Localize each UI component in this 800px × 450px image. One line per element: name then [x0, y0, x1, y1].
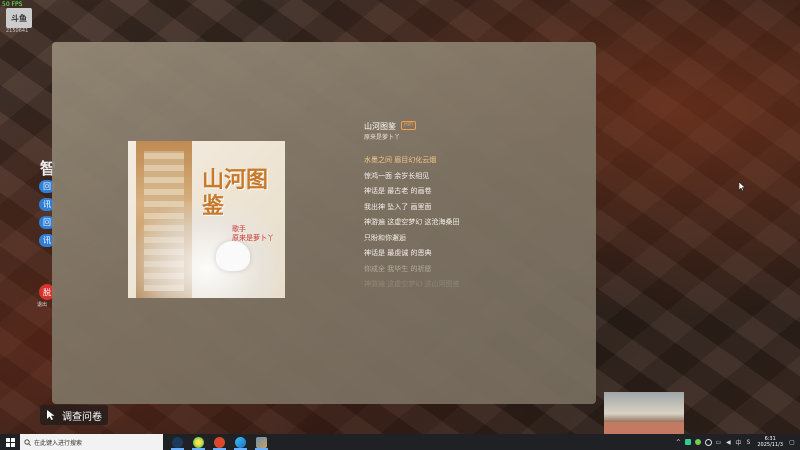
volume-icon[interactable]: ◀ — [724, 438, 732, 446]
cursor-arrow-icon — [47, 410, 55, 420]
mouse-pointer-icon — [739, 182, 746, 192]
edge-icon — [235, 436, 246, 448]
game-icon — [214, 436, 225, 448]
webcam-overlay — [604, 392, 684, 440]
album-cover: 山河图鉴 歌手 原来是萝卜丫 — [128, 141, 285, 298]
music-player-panel: 山河图鉴 歌手 原来是萝卜丫 山河图鉴 HiFi 原来是萝卜丫 水墨之间 眉目幻… — [52, 42, 596, 404]
stream-logo: 斗鱼 — [6, 8, 32, 28]
tray-s-icon[interactable]: S — [744, 438, 752, 446]
lyric-line[interactable]: 神话是 最虔诚 的恩典 — [364, 248, 431, 258]
lyric-line[interactable]: 只盼和你邂逅 — [364, 233, 406, 243]
search-icon — [24, 438, 31, 446]
tray-green-icon[interactable] — [694, 438, 702, 446]
song-title: 山河图鉴 — [364, 122, 396, 131]
lyric-line[interactable]: 水墨之间 眉目幻化云烟 — [364, 155, 436, 165]
search-placeholder: 在此键入进行搜索 — [34, 439, 83, 447]
song-artist[interactable]: 原来是萝卜丫 — [364, 132, 400, 141]
stream-room-id: 2150641 — [6, 28, 29, 34]
tray-circle-icon[interactable] — [704, 438, 712, 446]
cover-singer: 歌手 原来是萝卜丫 — [232, 225, 274, 243]
tray-app-icon[interactable] — [684, 438, 692, 446]
taskbar-app-browser[interactable] — [188, 434, 209, 450]
steam-icon — [172, 436, 183, 448]
notification-icon[interactable]: ▢ — [788, 438, 796, 446]
fps-counter: 50 FPS — [2, 1, 23, 8]
network-icon[interactable]: ▭ — [714, 438, 722, 446]
system-tray: ^ ▭ ◀ 中 S 6:31 2025/11/3 ▢ — [674, 434, 800, 450]
lyric-line[interactable]: 我出神 坠入了 画里面 — [364, 202, 431, 212]
taskbar-search[interactable]: 在此键入进行搜索 — [20, 434, 163, 450]
start-button[interactable] — [0, 434, 20, 450]
lyric-line[interactable]: 神游遍 这虚空梦幻 这沧海桑田 — [364, 217, 459, 227]
taskbar-apps — [167, 434, 272, 450]
input-language[interactable]: 中 — [734, 438, 742, 447]
chevron-up-icon[interactable]: ^ — [674, 438, 682, 446]
taskbar-clock[interactable]: 6:31 2025/11/3 — [757, 436, 783, 448]
cover-singer-line1: 歌手 — [232, 225, 246, 233]
taskbar: 在此键入进行搜索 ^ ▭ ◀ 中 S 6:31 2025/11/3 ▢ — [0, 434, 800, 450]
taskbar-app-game[interactable] — [209, 434, 230, 450]
taskbar-app-other[interactable] — [251, 434, 272, 450]
clock-date: 2025/11/3 — [757, 442, 783, 448]
survey-button[interactable]: 调查问卷 — [40, 405, 108, 425]
cover-singer-line2: 原来是萝卜丫 — [232, 234, 274, 242]
survey-label: 调查问卷 — [62, 411, 102, 423]
cover-fox-illustration — [216, 241, 250, 271]
quality-badge: HiFi — [401, 121, 417, 130]
taskbar-app-edge[interactable] — [230, 434, 251, 450]
windows-logo-icon — [5, 437, 15, 447]
app-icon — [256, 436, 267, 448]
lyric-line[interactable]: 神游遍 这虚空梦幻 这山河图鉴 — [364, 279, 459, 289]
lyric-line[interactable]: 你成全 我毕生 的祈愿 — [364, 264, 431, 274]
lyric-line[interactable]: 神话是 最古老 的画卷 — [364, 186, 431, 196]
browser-icon — [193, 436, 204, 448]
cover-title: 山河图鉴 — [202, 167, 269, 219]
lyric-line[interactable]: 惊鸿一面 余岁长相见 — [364, 171, 429, 181]
taskbar-app-steam[interactable] — [167, 434, 188, 450]
background-red-caption: 退出 — [37, 302, 48, 308]
